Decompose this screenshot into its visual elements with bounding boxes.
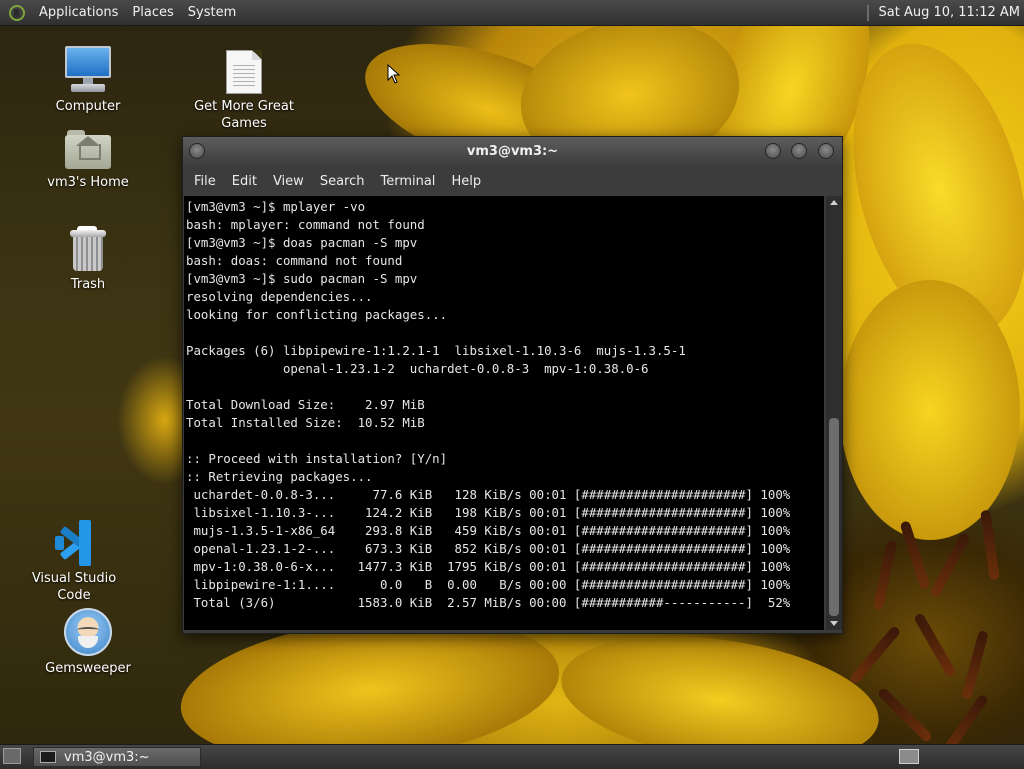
taskbar-window-button[interactable]: vm3@vm3:~ — [33, 747, 201, 767]
desktop-icon-label: Visual Studio Code — [31, 571, 117, 603]
terminal-line: Total Download Size: 2.97 MiB — [186, 397, 425, 412]
computer-icon — [63, 46, 113, 94]
clock-text: Sat Aug 10, 11:12 AM — [878, 5, 1020, 20]
menu-view[interactable]: View — [265, 174, 312, 189]
terminal-line: bash: doas: command not found — [186, 253, 403, 268]
distro-logo-icon[interactable] — [6, 2, 28, 24]
terminal-scrollbar[interactable] — [826, 196, 842, 630]
system-menu[interactable]: System — [181, 5, 243, 20]
terminal-line: Total (3/6) 1583.0 KiB 2.57 MiB/s 00:00 … — [186, 595, 791, 610]
terminal-titlebar[interactable]: vm3@vm3:~ — [183, 137, 842, 167]
desktop-icon-vscode[interactable]: Visual Studio Code — [19, 520, 129, 604]
terminal-output[interactable]: [vm3@vm3 ~]$ mplayer -vo bash: mplayer: … — [184, 196, 824, 630]
scroll-up-arrow-icon[interactable] — [830, 200, 838, 205]
terminal-line: mujs-1.3.5-1-x86_64 293.8 KiB 459 KiB/s … — [186, 523, 791, 538]
desktop-icon-label: vm3's Home — [47, 175, 129, 190]
scroll-down-arrow-icon[interactable] — [830, 621, 838, 626]
top-panel: Applications Places System Sat Aug 10, 1… — [0, 0, 1024, 26]
terminal-line: openal-1.23.1-2 uchardet-0.0.8-3 mpv-1:0… — [186, 361, 649, 376]
terminal-line: :: Proceed with installation? [Y/n] — [186, 451, 448, 466]
desktop-icon-trash[interactable]: Trash — [33, 226, 143, 293]
terminal-line: looking for conflicting packages... — [186, 307, 448, 322]
document-icon — [226, 50, 262, 94]
menu-file[interactable]: File — [186, 174, 224, 189]
workspace-switcher[interactable] — [899, 749, 919, 764]
desktop-icon-label: Gemsweeper — [45, 661, 131, 676]
terminal-line: uchardet-0.0.8-3... 77.6 KiB 128 KiB/s 0… — [186, 487, 791, 502]
panel-separator — [866, 4, 869, 21]
terminal-line: Packages (6) libpipewire-1:1.2.1-1 libsi… — [186, 343, 686, 358]
maximize-button[interactable] — [791, 143, 807, 159]
terminal-icon — [40, 751, 56, 763]
desktop-icon-label: Get More Great Games — [194, 99, 294, 131]
menu-search[interactable]: Search — [312, 174, 373, 189]
home-folder-icon — [65, 130, 111, 170]
terminal-line: openal-1.23.1-2-... 673.3 KiB 852 KiB/s … — [186, 541, 791, 556]
mouse-pointer-icon — [387, 64, 401, 84]
vscode-icon — [51, 520, 97, 566]
trash-icon — [69, 226, 107, 272]
desktop-icon-home[interactable]: vm3's Home — [33, 130, 143, 191]
terminal-line: resolving dependencies... — [186, 289, 373, 304]
terminal-line: [vm3@vm3 ~]$ sudo pacman -S mpv — [186, 271, 418, 286]
desktop-icon-label: Computer — [55, 99, 121, 114]
desktop-icon-gemsweeper[interactable]: Gemsweeper — [33, 608, 143, 677]
terminal-menubar: File Edit View Search Terminal Help — [183, 167, 842, 195]
applications-menu[interactable]: Applications — [32, 5, 125, 20]
menu-edit[interactable]: Edit — [224, 174, 265, 189]
terminal-line: :: Retrieving packages... — [186, 469, 373, 484]
menu-help[interactable]: Help — [443, 174, 489, 189]
bottom-panel: vm3@vm3:~ — [0, 744, 1024, 769]
terminal-line: [vm3@vm3 ~]$ mplayer -vo — [186, 199, 366, 214]
terminal-line: [vm3@vm3 ~]$ doas pacman -S mpv — [186, 235, 418, 250]
show-desktop-icon[interactable] — [3, 748, 21, 764]
places-menu[interactable]: Places — [125, 5, 180, 20]
terminal-line: bash: mplayer: command not found — [186, 217, 425, 232]
desktop-icon-get-more-games[interactable]: Get More Great Games — [189, 50, 299, 132]
terminal-window[interactable]: vm3@vm3:~ File Edit View Search Terminal… — [182, 136, 843, 634]
window-title: vm3@vm3:~ — [466, 144, 559, 159]
scrollbar-thumb[interactable] — [829, 418, 839, 616]
minimize-button[interactable] — [765, 143, 781, 159]
menu-terminal[interactable]: Terminal — [372, 174, 443, 189]
terminal-line: libsixel-1.10.3-... 124.2 KiB 198 KiB/s … — [186, 505, 791, 520]
desktop-icon-label: Trash — [70, 277, 106, 292]
terminal-text: [vm3@vm3 ~]$ mplayer -vo bash: mplayer: … — [184, 196, 824, 612]
close-button[interactable] — [818, 143, 834, 159]
terminal-line: libpipewire-1:1.... 0.0 B 0.00 B/s 00:00… — [186, 577, 791, 592]
terminal-line: Total Installed Size: 10.52 MiB — [186, 415, 425, 430]
taskbar-window-label: vm3@vm3:~ — [64, 749, 150, 765]
gemsweeper-icon — [64, 608, 112, 656]
desktop-icon-computer[interactable]: Computer — [33, 46, 143, 115]
clock[interactable]: Sat Aug 10, 11:12 AM — [866, 4, 1024, 21]
terminal-line: mpv-1:0.38.0-6-x... 1477.3 KiB 1795 KiB/… — [186, 559, 791, 574]
